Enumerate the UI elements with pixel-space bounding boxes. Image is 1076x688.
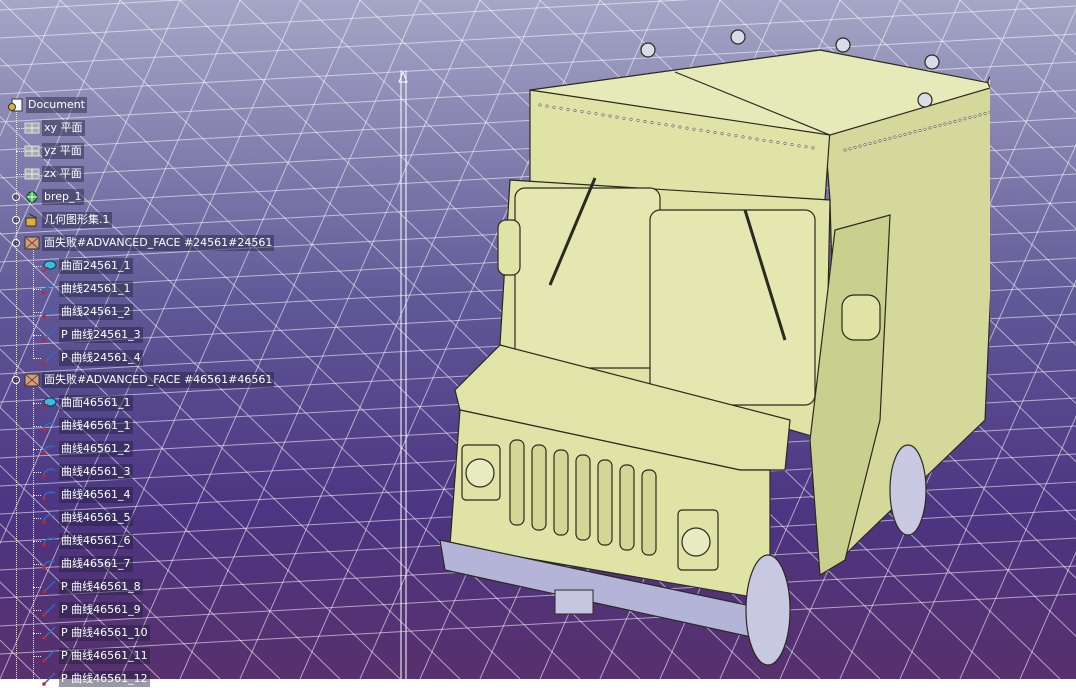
collapse-toggle[interactable] [12,239,20,247]
surface-icon [42,397,57,410]
tree-node-label: 曲线46561_2 [59,441,133,457]
failed-face-icon [24,373,40,387]
tree-node-label: 曲线46561_1 [59,418,133,434]
tree-node-failed-face-24561[interactable]: 面失败#ADVANCED_FACE #24561#24561 [24,234,275,252]
curve-icon [42,422,56,432]
tree-node-label: 曲线24561_1 [59,281,133,297]
tree-node-child[interactable]: P 曲线46561_8 [41,578,143,596]
tree-node-child[interactable]: 曲线46561_2 [41,440,133,458]
tree-node-label: 曲线46561_7 [59,556,133,572]
tree-node-label: 面失败#ADVANCED_FACE #46561#46561 [42,372,275,388]
tree-node-child[interactable]: 曲线46561_7 [41,555,133,573]
tree-node-label: 曲线24561_2 [59,304,133,320]
plane-icon [24,145,40,157]
tree-node-child[interactable]: 曲线46561_1 [41,417,133,435]
body-icon [26,191,38,203]
curve-icon [42,285,56,295]
pcurve-icon [42,672,56,686]
tree-node-child[interactable]: 曲面24561_1 [41,257,133,275]
pcurve-icon [42,580,56,594]
tree-node-label: 曲面24561_1 [59,258,133,274]
tree-node-label: P 曲线24561_4 [59,350,143,366]
tree-node-child[interactable]: P 曲线46561_10 [41,624,150,642]
tree-node-label: P 曲线46561_11 [59,648,150,664]
surface-icon [42,260,57,273]
tree-node-yz-plane[interactable]: yz 平面 [24,142,84,160]
plane-icon [24,168,40,180]
geometry-set-icon [25,213,38,227]
tree-node-child[interactable]: 曲线24561_2 [41,303,133,321]
tree-node-label: zx 平面 [42,166,84,182]
tree-node-child[interactable]: P 曲线24561_4 [41,349,143,367]
curve-icon [42,445,56,455]
tree-node-child[interactable]: 曲线46561_6 [41,532,133,550]
tree-node-label: 曲面46561_1 [59,395,133,411]
tree-node-child[interactable]: P 曲线24561_3 [41,326,143,344]
tree-node-label: P 曲线24561_3 [59,327,143,343]
specification-tree[interactable]: Document xy 平面 yz 平面 zx 平面 brep_1 几何图形集.… [0,0,400,687]
tree-node-label: P 曲线46561_12 [59,671,150,687]
tree-node-child[interactable]: 曲面46561_1 [41,394,133,412]
tree-node-brep[interactable]: brep_1 [24,188,84,206]
tree-node-label: P 曲线46561_9 [59,602,143,618]
plane-icon [24,122,40,134]
tree-node-label: yz 平面 [42,143,84,159]
pcurve-icon [42,626,56,640]
tree-node-label: P 曲线46561_10 [59,625,150,641]
tree-node-label: 曲线46561_4 [59,487,133,503]
expand-toggle[interactable] [12,216,20,224]
tree-node-document[interactable]: Document [8,96,87,114]
tree-node-xy-plane[interactable]: xy 平面 [24,119,85,137]
tree-node-child[interactable]: 曲线46561_5 [41,509,133,527]
tree-node-label: 曲线46561_6 [59,533,133,549]
tree-node-child[interactable]: P 曲线46561_9 [41,601,143,619]
tree-node-child[interactable]: P 曲线46561_12 [41,670,150,688]
pcurve-icon [42,351,56,365]
curve-icon [42,514,56,524]
tree-node-label: 曲线46561_5 [59,510,133,526]
pcurve-icon [42,603,56,617]
collapse-toggle[interactable] [12,376,20,384]
tree-node-label: xy 平面 [42,120,85,136]
delivery-truck-model[interactable] [430,20,990,679]
failed-face-icon [24,236,40,250]
tree-node-label: P 曲线46561_8 [59,579,143,595]
document-icon [8,98,23,112]
tree-node-child[interactable]: 曲线24561_1 [41,280,133,298]
curve-icon [42,491,56,501]
tree-node-zx-plane[interactable]: zx 平面 [24,165,84,183]
tree-node-geometry-set[interactable]: 几何图形集.1 [24,211,112,229]
tree-node-label: 几何图形集.1 [42,212,112,228]
tree-node-label: brep_1 [42,189,84,205]
curve-icon [42,308,56,318]
pcurve-icon [42,649,56,663]
tree-node-label: 曲线46561_3 [59,464,133,480]
curve-icon [42,468,56,478]
curve-icon [42,560,56,570]
tree-node-failed-face-46561[interactable]: 面失败#ADVANCED_FACE #46561#46561 [24,371,275,389]
tree-node-child[interactable]: P 曲线46561_11 [41,647,150,665]
tree-node-child[interactable]: 曲线46561_3 [41,463,133,481]
expand-toggle[interactable] [12,193,20,201]
tree-node-child[interactable]: 曲线46561_4 [41,486,133,504]
curve-icon [42,537,56,547]
tree-node-label: Document [26,97,87,113]
pcurve-icon [42,328,56,342]
tree-node-label: 面失败#ADVANCED_FACE #24561#24561 [42,235,275,251]
